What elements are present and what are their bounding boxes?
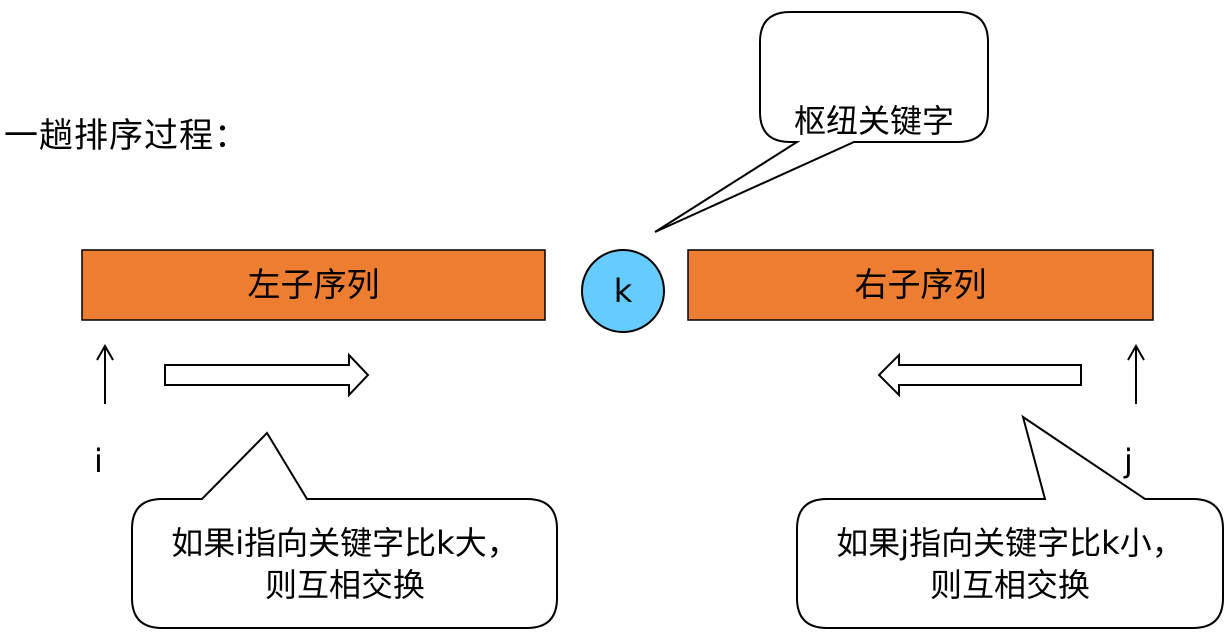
callout-j-line-1: 如果j指向关键字比k小， bbox=[836, 524, 1184, 562]
pivot-callout-text: 枢纽关键字 bbox=[793, 102, 954, 140]
callout-j-line-2: 则互相交换 bbox=[929, 566, 1090, 604]
right-subsequence-label: 右子序列 bbox=[854, 265, 987, 304]
pointer-i-arrow bbox=[96, 343, 114, 404]
j-direction-arrow bbox=[877, 352, 1082, 398]
pivot-node-label: k bbox=[613, 272, 633, 310]
callout-i-line-2: 则互相交换 bbox=[264, 566, 425, 604]
left-subsequence-label: 左子序列 bbox=[247, 265, 380, 304]
callout-i-text: 如果i指向关键字比k大， 则互相交换 bbox=[132, 522, 558, 606]
pointer-i-label: i bbox=[94, 442, 103, 480]
callout-j-text: 如果j指向关键字比k小， 则互相交换 bbox=[797, 522, 1223, 606]
callout-i-line-1: 如果i指向关键字比k大， bbox=[171, 524, 519, 562]
diagram-heading: 一趟排序过程： bbox=[4, 116, 249, 156]
i-direction-arrow bbox=[164, 352, 370, 398]
pointer-j-arrow bbox=[1127, 343, 1145, 404]
pointer-j-label: j bbox=[1124, 442, 1133, 480]
